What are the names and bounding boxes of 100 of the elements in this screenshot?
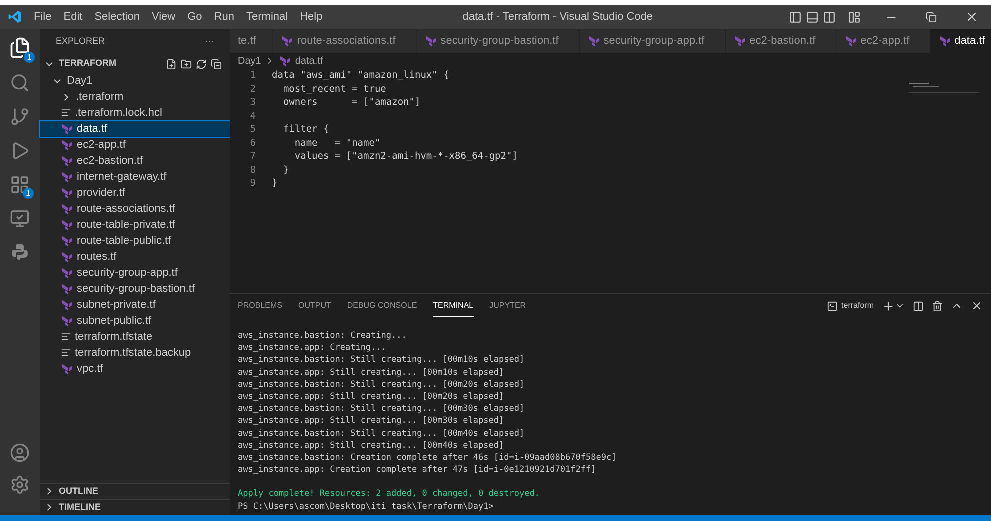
refresh-icon[interactable] [196,58,207,70]
panel-tab[interactable]: OUTPUT [298,296,332,316]
terminal-line: Apply complete! Resources: 2 added, 0 changed, 0 destroyed. [238,488,541,501]
folder-header[interactable]: TERRAFORM [59,57,116,71]
python-logo-icon[interactable] [11,243,29,261]
file-tree-item[interactable]: data.tf [40,121,230,137]
code-line: filter { [282,123,330,136]
terraform-icon [734,35,746,47]
terraform-icon [588,35,600,47]
file-tree-item[interactable]: route-associations.tf [40,201,230,217]
editor-tab[interactable]: data.tf [930,29,991,53]
file-tree-item[interactable]: .terraform.lock.hcl [40,105,230,121]
file-tree-item[interactable]: ec2-app.tf [40,137,230,153]
monitor-icon[interactable] [10,209,30,229]
menu-item[interactable]: Help [300,8,323,26]
terraform-icon [281,35,294,47]
split-terminal-icon[interactable] [913,300,924,312]
code-line: owners = ["amazon"] [282,96,421,110]
panel-toggle-icon[interactable] [806,10,819,24]
minimap [909,81,979,93]
add-terminal-icon[interactable] [882,300,895,312]
menu-item[interactable]: Run [214,8,234,26]
menu-item[interactable]: View [152,8,176,26]
file-tree-item[interactable]: .terraform [40,89,230,105]
panel-tab[interactable]: PROBLEMS [238,296,282,316]
menu-item[interactable]: Edit [64,8,83,26]
file-tree-item[interactable]: security-group-app.tf [40,265,230,281]
code-line: data "aws_ami" "amazon_linux" { [272,69,450,82]
close-panel-icon[interactable] [971,300,983,312]
window-title: data.tf - Terraform - Visual Studio Code [462,10,654,25]
section-header[interactable]: OUTLINE [40,483,230,499]
terminal-line: aws_instance.app: Creating... [238,342,388,354]
terminal-line: PS C:\Users\ascom\Desktop\iti task\Terraform\Day1> [238,500,495,513]
line-number: 3 [249,96,256,110]
menu-item[interactable]: Selection [94,8,140,26]
editor-tab[interactable]: ec2-app.tf [836,29,931,53]
terraform-icon [61,235,73,247]
line-number: 6 [249,136,256,150]
code-line: name = "name" [294,136,381,150]
editor-tab[interactable]: route-associations.tf [273,29,417,53]
restore-icon[interactable] [926,12,937,22]
settings-icon[interactable] [10,475,30,495]
terminal-line: aws_instance.app: Still creating... [00m20s elapsed] [238,391,506,404]
close-icon[interactable] [965,10,979,24]
split-layout-icon[interactable] [823,10,836,24]
line-number: 2 [249,82,256,96]
search-icon[interactable] [10,73,30,93]
menu-item[interactable]: Terminal [246,8,288,26]
lines-icon [61,348,71,358]
code-line: most_recent = true [282,82,386,96]
extensions-icon[interactable] [10,175,30,195]
file-tree-item[interactable]: ec2-bastion.tf [40,153,230,169]
terraform-icon [424,35,437,47]
editor-tab[interactable]: ec2-bastion.tf [726,29,837,53]
terminal-line: aws_instance.bastion: Still creating... [00m30s elapsed] [238,403,526,416]
file-tree-item[interactable]: subnet-private.tf [40,297,230,313]
menu-item[interactable]: Go [188,8,202,26]
code-line: } [282,164,290,177]
file-tree-item[interactable]: terraform.tfstate [40,329,230,345]
new-folder-icon[interactable] [181,58,192,70]
file-tree-item[interactable]: route-table-public.tf [40,233,230,249]
editor-tab[interactable]: te.tf [230,29,274,53]
collapse-icon[interactable] [211,58,222,70]
terminal-line: aws_instance.app: Still creating... [00m10s elapsed] [238,366,506,379]
panel-tab[interactable]: JUPYTER [490,296,526,316]
terminal-line: aws_instance.bastion: Still creating... [00m40s elapsed] [238,428,526,440]
line-number: 7 [249,150,256,164]
file-tree-item[interactable]: security-group-bastion.tf [40,281,230,297]
sidebar-toggle-icon[interactable] [789,10,802,24]
file-tree-item[interactable]: Day1 [40,73,230,89]
file-tree-item[interactable]: provider.tf [40,185,230,201]
file-tree-item[interactable]: route-table-private.tf [40,217,230,233]
terminal-line: aws_instance.app: Still creating... [00m30s elapsed] [238,415,506,428]
breadcrumb-item[interactable]: data.tf [295,54,324,68]
layout-icon[interactable] [848,10,861,24]
file-tree-item[interactable]: terraform.tfstate.backup [40,345,230,361]
more-actions-button[interactable]: ··· [205,35,214,49]
file-tree-item[interactable]: routes.tf [40,249,230,265]
code-line: values = ["amzn2-ami-hvm-*-x86_64-gp2"] [294,150,518,164]
new-file-icon[interactable] [166,58,177,70]
trash-icon[interactable] [932,300,943,312]
account-icon[interactable] [10,443,30,463]
editor-tab[interactable]: security-group-app.tf [580,29,726,53]
panel-tab[interactable]: TERMINAL [433,296,474,316]
editor-tab[interactable]: security-group-bastion.tf [416,29,580,53]
terraform-icon [61,283,73,295]
terraform-icon [61,155,73,167]
branch-icon[interactable] [10,107,30,127]
breadcrumb-item[interactable]: Day1 [238,54,262,68]
file-tree-item[interactable]: vpc.tf [40,361,230,377]
menu-item[interactable]: File [34,8,52,26]
terminal-name[interactable]: terraform [842,300,874,312]
terraform-icon [61,203,73,215]
terraform-icon [61,299,73,311]
files-icon[interactable] [9,37,31,59]
file-tree-item[interactable]: internet-gateway.tf [40,169,230,185]
panel-tab[interactable]: DEBUG CONSOLE [347,296,418,316]
terraform-icon [938,35,951,47]
file-tree-item[interactable]: subnet-public.tf [40,313,230,329]
terraform-icon [61,251,73,263]
